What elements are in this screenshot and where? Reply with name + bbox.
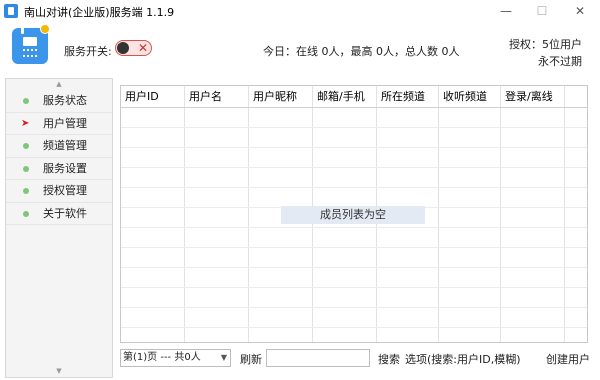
empty-list-message: 成员列表为空	[281, 206, 425, 224]
column-header-nickname[interactable]: 用户昵称	[249, 86, 297, 107]
sidebar-item-label: 授权管理	[43, 184, 87, 197]
status-dot-icon	[23, 165, 29, 172]
header-bar: 服务开关: ✕ 今日：在线 0人，最高 0人，总人数 0人 授权：5位用户 永不…	[0, 22, 600, 74]
column-header-current-channel[interactable]: 所在频道	[377, 86, 425, 107]
maximize-button[interactable]: ☐	[528, 2, 556, 20]
service-toggle[interactable]: ✕	[115, 40, 152, 56]
sidebar-item-about[interactable]: 关于软件	[6, 203, 112, 225]
search-options-button[interactable]: 选项(搜索:用户ID,模糊)	[405, 351, 521, 367]
column-divider	[184, 86, 185, 342]
service-switch-label: 服务开关:	[64, 45, 112, 58]
minimize-button[interactable]: —	[492, 2, 520, 20]
sidebar-item-label: 用户管理	[43, 116, 87, 130]
row-divider	[121, 147, 587, 148]
create-user-button[interactable]: 创建用户	[546, 351, 590, 367]
row-divider	[121, 307, 587, 308]
column-divider	[438, 86, 439, 342]
page-select-value: 第(1)页 --- 共0人	[123, 352, 201, 363]
page-select[interactable]: 第(1)页 --- 共0人 ▼	[120, 349, 231, 367]
sidebar-item-license-management[interactable]: 授权管理	[6, 180, 112, 203]
off-x-icon: ✕	[138, 41, 149, 55]
walkie-talkie-app-icon	[4, 4, 18, 18]
status-dot-icon	[23, 188, 29, 194]
toggle-knob	[117, 42, 129, 54]
column-divider	[564, 86, 565, 342]
title-bar: 南山对讲(企业版)服务端 1.1.9 — ☐ ✕	[0, 0, 600, 22]
license-info: 授权：5位用户 永不过期	[509, 36, 582, 70]
column-divider	[500, 86, 501, 342]
row-divider	[121, 227, 587, 228]
header-divider	[121, 107, 587, 108]
sidebar-item-service-status[interactable]: 服务状态	[6, 90, 112, 113]
row-divider	[121, 167, 587, 168]
row-divider	[121, 247, 587, 248]
column-header-listen-channel[interactable]: 收听频道	[439, 86, 487, 107]
license-users: 授权：5位用户	[509, 38, 582, 51]
row-divider	[121, 327, 587, 328]
user-table[interactable]: 用户ID 用户名 用户昵称 邮箱/手机 所在频道 收听频道 登录/离线 成员列表…	[120, 85, 588, 343]
sidebar: ▲ 服务状态 ➤ 用户管理 频道管理 服务设置 授权管理 关于软件 ▼	[5, 78, 113, 378]
column-divider	[248, 86, 249, 342]
license-expiry: 永不过期	[538, 55, 582, 68]
today-stats: 今日：在线 0人，最高 0人，总人数 0人	[263, 45, 460, 58]
sidebar-item-label: 关于软件	[43, 206, 87, 220]
sidebar-item-label: 频道管理	[43, 139, 87, 152]
sidebar-item-label: 服务状态	[43, 94, 87, 107]
column-header-login-offline[interactable]: 登录/离线	[501, 86, 553, 107]
server-badge-icon	[40, 24, 50, 34]
sidebar-scroll-up-icon[interactable]: ▲	[6, 79, 112, 90]
chevron-down-icon: ▼	[220, 353, 227, 362]
sidebar-item-service-settings[interactable]: 服务设置	[6, 158, 112, 180]
row-divider	[121, 127, 587, 128]
sidebar-item-channel-management[interactable]: 频道管理	[6, 135, 112, 158]
row-divider	[121, 187, 587, 188]
status-dot-icon	[23, 98, 29, 104]
row-divider	[121, 267, 587, 268]
selected-arrow-icon: ➤	[21, 117, 30, 129]
refresh-button[interactable]: 刷新	[240, 351, 262, 367]
search-input[interactable]	[266, 349, 370, 367]
sidebar-scroll-down-icon[interactable]: ▼	[6, 366, 112, 377]
column-header-user-id[interactable]: 用户ID	[121, 86, 159, 107]
column-header-username[interactable]: 用户名	[185, 86, 222, 107]
sidebar-item-user-management[interactable]: ➤ 用户管理	[6, 113, 112, 135]
column-header-email-phone[interactable]: 邮箱/手机	[313, 86, 365, 107]
window-title: 南山对讲(企业版)服务端 1.1.9	[24, 6, 175, 19]
close-button[interactable]: ✕	[566, 2, 594, 20]
status-dot-icon	[23, 210, 29, 217]
status-dot-icon	[23, 143, 29, 149]
walkie-talkie-icon	[12, 24, 50, 64]
search-button[interactable]: 搜索	[378, 351, 400, 367]
footer-bar: 第(1)页 --- 共0人 ▼ 刷新 搜索 选项(搜索:用户ID,模糊) 创建用…	[120, 348, 590, 370]
row-divider	[121, 287, 587, 288]
sidebar-item-label: 服务设置	[43, 161, 87, 175]
